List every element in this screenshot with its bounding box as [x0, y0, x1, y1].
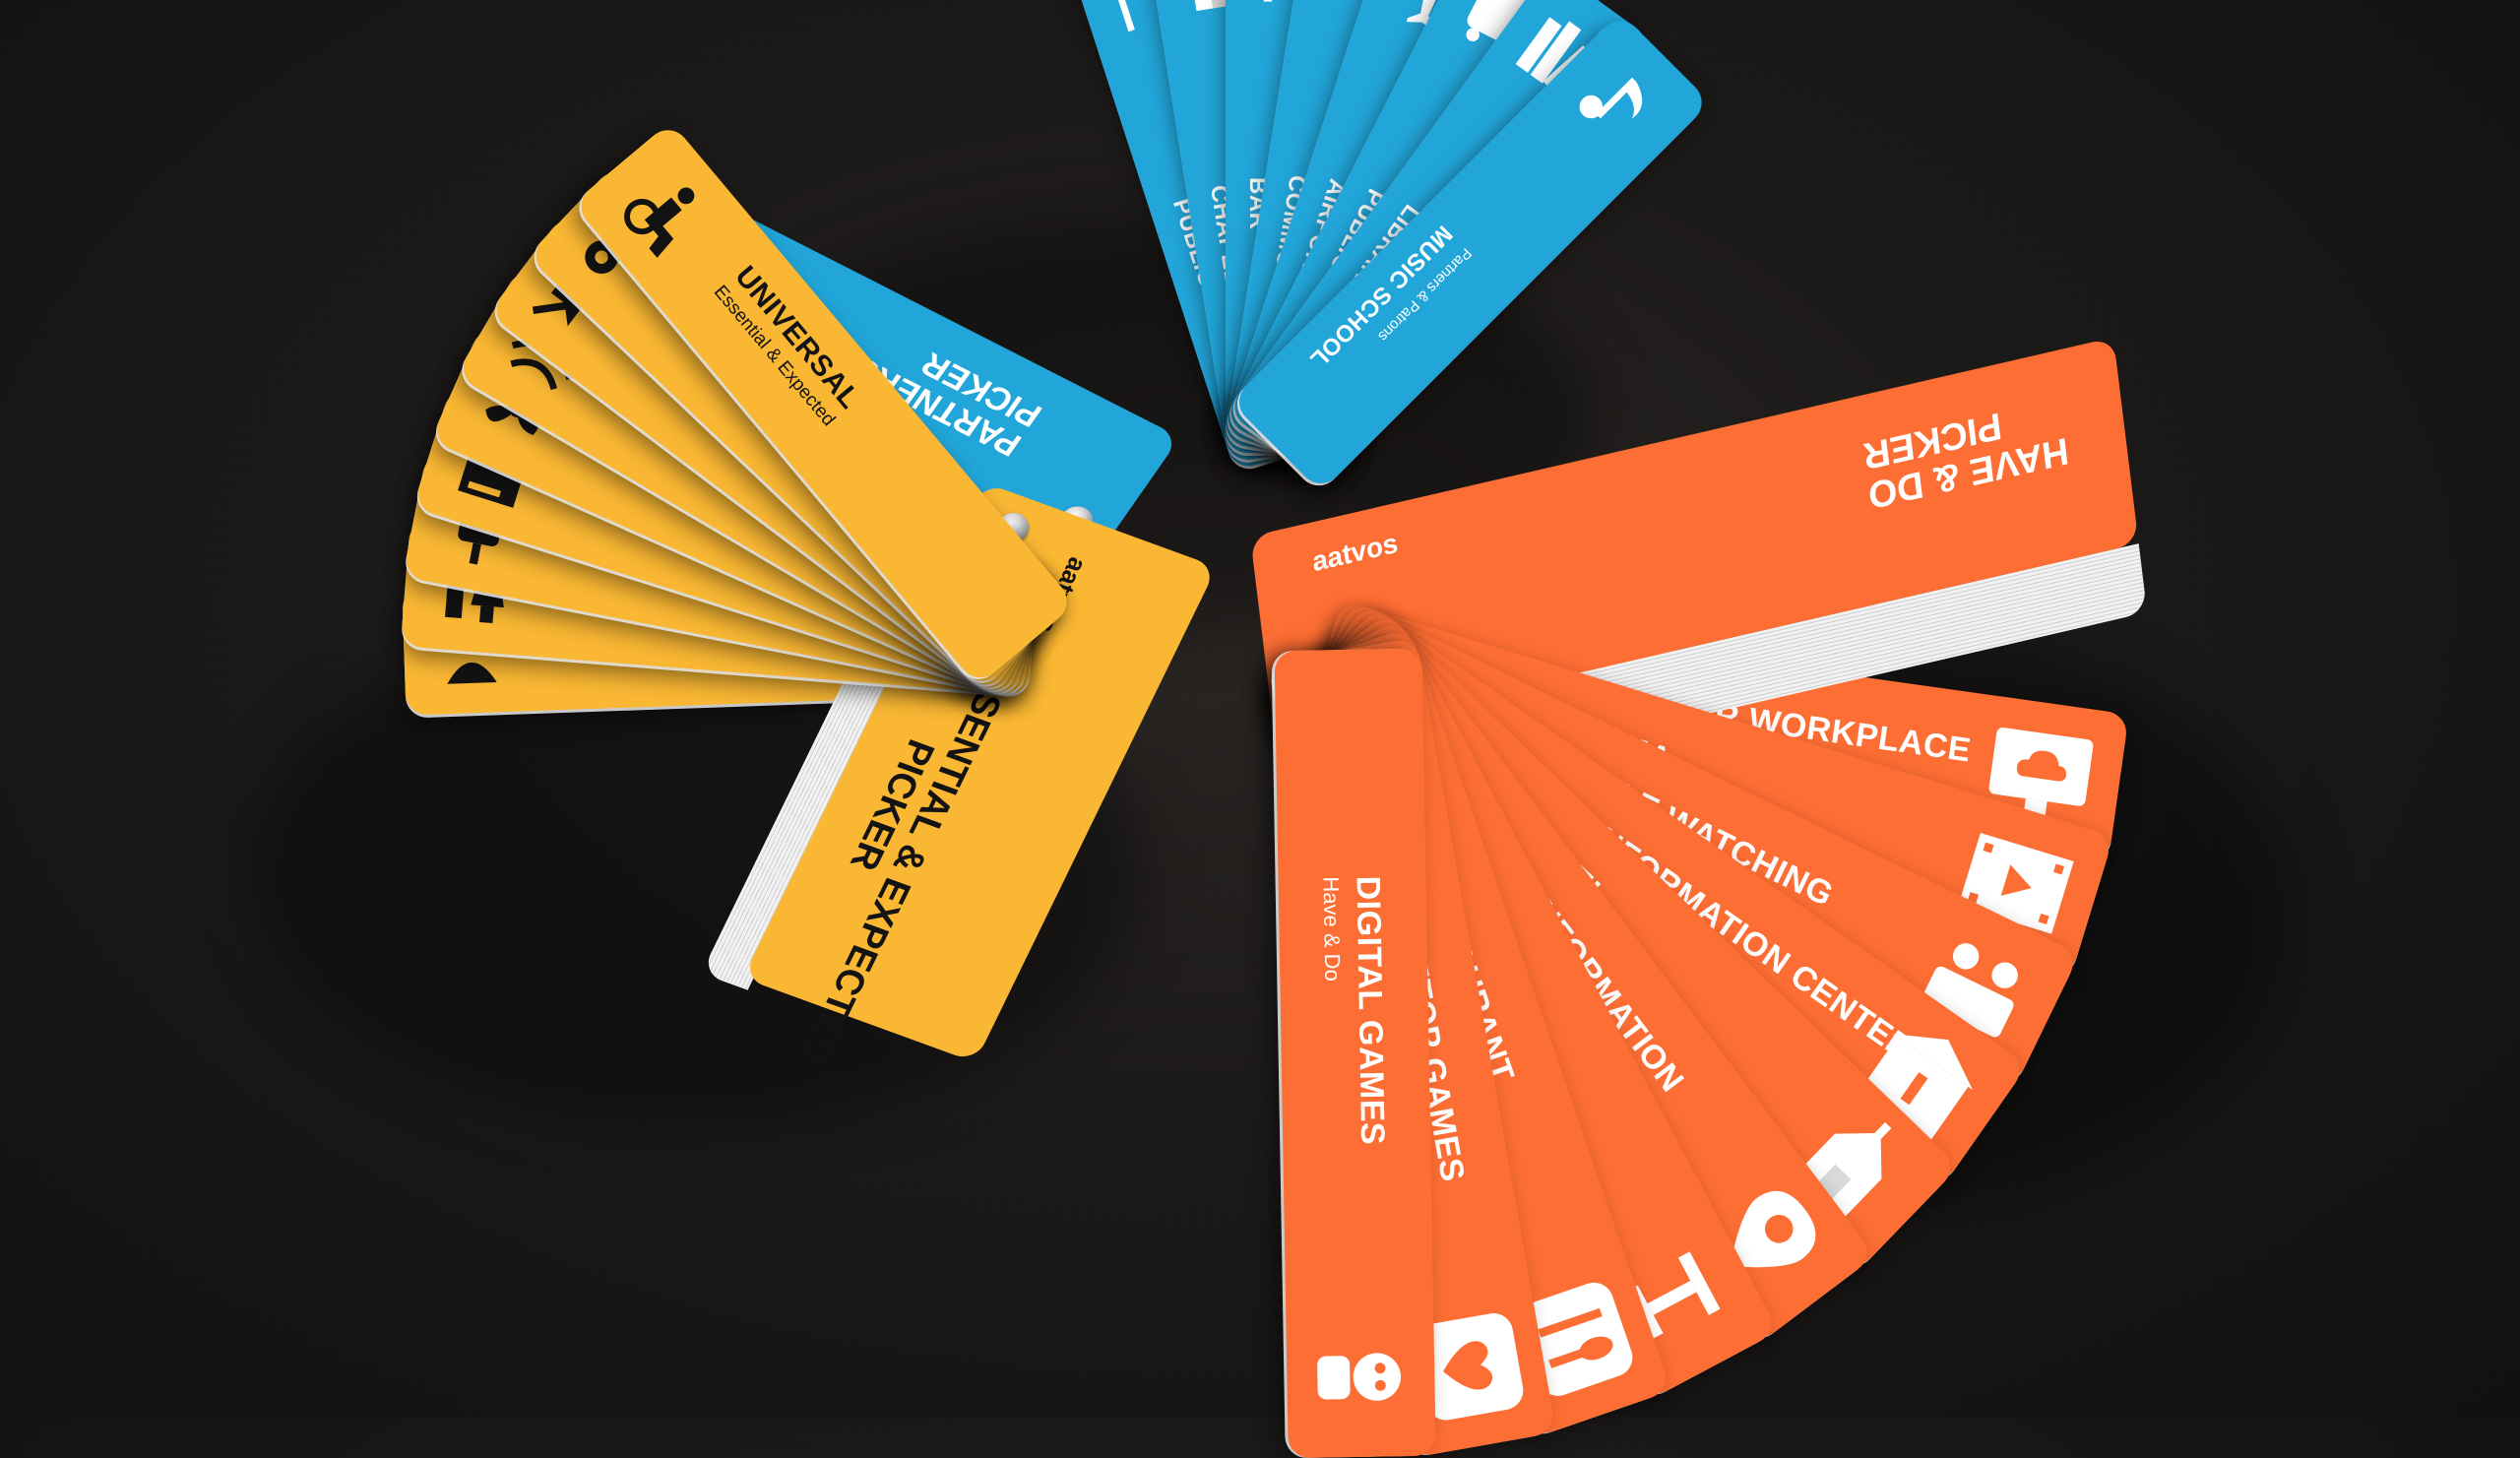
- orange-deck-brand: aatvos: [1310, 527, 1400, 578]
- accessibility-icon: [605, 157, 722, 273]
- product-photo: PUBLIC WORKSPartners & PatronsCHAPELPart…: [0, 0, 2520, 1458]
- card-subtitle: Have & Do: [1318, 876, 1346, 982]
- orange-deck-title: HAVE & DO PICKER: [1860, 390, 2070, 516]
- orange-card: DIGITAL GAMES Have & Do: [1274, 648, 1436, 1458]
- game-character-icon: [1305, 1322, 1416, 1432]
- music-icon: [1559, 45, 1676, 162]
- card-title: DIGITAL GAMES: [1349, 875, 1392, 1146]
